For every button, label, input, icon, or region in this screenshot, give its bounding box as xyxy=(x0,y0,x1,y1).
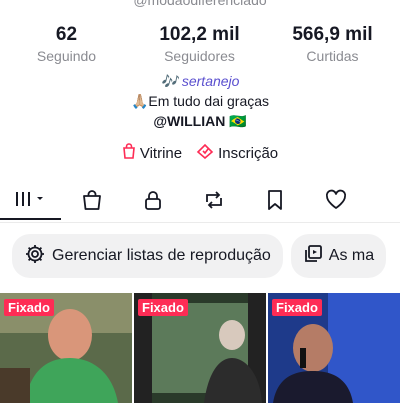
video-thumbnail[interactable]: Fixado xyxy=(134,293,266,403)
subscription-icon xyxy=(196,143,214,163)
pinned-badge: Fixado xyxy=(4,299,54,316)
subscription-link[interactable]: Inscrição xyxy=(196,143,278,163)
pinned-badge: Fixado xyxy=(272,299,322,316)
profile-links: Vitrine Inscrição xyxy=(0,143,400,163)
collections-label: As ma xyxy=(328,247,375,264)
following-label: Seguindo xyxy=(36,48,97,64)
tab-videos[interactable] xyxy=(0,184,61,220)
tab-private[interactable] xyxy=(122,184,183,220)
stat-likes[interactable]: 566,9 mil Curtidas xyxy=(266,24,399,64)
video-grid: Fixado Fixado Fixado xyxy=(0,293,400,403)
bio-genre: 🎶 sertanejo xyxy=(160,73,240,89)
stat-following[interactable]: 62 Seguindo xyxy=(0,24,133,64)
shop-link-label: Vitrine xyxy=(139,144,183,162)
bag-icon xyxy=(81,189,103,216)
manage-playlists-button[interactable]: Gerenciar listas de reprodução xyxy=(12,234,283,278)
profile-stats: 62 Seguindo 102,2 mil Seguidores 566,9 m… xyxy=(0,24,400,64)
collection-icon xyxy=(303,244,323,269)
likes-label: Curtidas xyxy=(306,48,359,64)
video-thumbnail[interactable]: Fixado xyxy=(0,293,132,403)
tab-shop[interactable] xyxy=(61,184,122,220)
gear-icon xyxy=(24,243,46,270)
repost-icon xyxy=(202,189,226,216)
followers-label: Seguidores xyxy=(164,48,235,64)
playlist-actions: Gerenciar listas de reprodução As ma xyxy=(12,234,387,278)
video-thumbnail[interactable]: Fixado xyxy=(268,293,400,403)
profile-handle: @modaodiferenciado xyxy=(133,0,267,8)
tab-reposts[interactable] xyxy=(183,184,244,220)
tabs-divider xyxy=(0,222,400,223)
stat-followers[interactable]: 102,2 mil Seguidores xyxy=(133,24,266,64)
pinned-badge: Fixado xyxy=(138,299,188,316)
bookmark-icon xyxy=(265,189,285,216)
lock-icon xyxy=(142,189,164,216)
shop-link[interactable]: Vitrine xyxy=(122,143,182,163)
likes-count: 566,9 mil xyxy=(292,24,373,45)
profile-bio: 🎶 sertanejo 🙏🏼Em tudo dai graças @WILLIA… xyxy=(0,71,400,131)
following-count: 62 xyxy=(55,24,78,45)
subscription-link-label: Inscrição xyxy=(218,144,279,162)
collections-button[interactable]: As ma xyxy=(290,234,387,278)
profile-tabs xyxy=(0,184,400,220)
manage-playlists-label: Gerenciar listas de reprodução xyxy=(52,247,271,264)
bio-motto: 🙏🏼Em tudo dai graças xyxy=(130,93,270,109)
tab-liked[interactable] xyxy=(305,184,366,220)
bio-mention[interactable]: @WILLIAN 🇧🇷 xyxy=(0,111,400,131)
shopping-bag-icon xyxy=(122,143,136,163)
tab-favorites[interactable] xyxy=(244,184,305,220)
heart-icon xyxy=(324,189,348,216)
followers-count: 102,2 mil xyxy=(159,24,240,45)
grid-icon xyxy=(14,189,48,214)
